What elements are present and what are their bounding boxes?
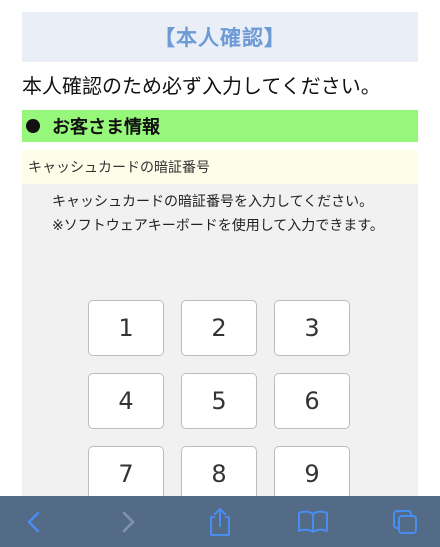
- key-4[interactable]: 4: [88, 373, 164, 429]
- browser-toolbar: [0, 496, 440, 547]
- help-line-1: キャッシュカードの暗証番号を入力してください。: [52, 194, 374, 210]
- key-9[interactable]: 9: [274, 446, 350, 502]
- bullet-icon: [26, 119, 40, 133]
- key-6[interactable]: 6: [274, 373, 350, 429]
- help-text: キャッシュカードの暗証番号を入力してください。 ※ソフトウェアキーボードを使用し…: [52, 190, 397, 238]
- forward-button[interactable]: [110, 504, 146, 540]
- page-title: 【本人確認】: [154, 26, 286, 50]
- key-1[interactable]: 1: [88, 300, 164, 356]
- back-button[interactable]: [16, 504, 52, 540]
- back-icon: [27, 511, 40, 533]
- instruction-text: 本人確認のため必ず入力してください。: [22, 74, 381, 98]
- tabs-button[interactable]: [387, 504, 423, 540]
- share-button[interactable]: [202, 504, 238, 540]
- section-title: お客さま情報: [52, 117, 160, 138]
- page-header: 【本人確認】: [22, 12, 418, 62]
- key-8[interactable]: 8: [181, 446, 257, 502]
- key-7[interactable]: 7: [88, 446, 164, 502]
- share-icon: [210, 508, 230, 536]
- bookmarks-button[interactable]: [295, 504, 331, 540]
- forward-icon: [122, 511, 135, 533]
- key-5[interactable]: 5: [181, 373, 257, 429]
- bookmarks-icon: [298, 510, 328, 533]
- key-2[interactable]: 2: [181, 300, 257, 356]
- field-label: キャッシュカードの暗証番号: [22, 150, 418, 184]
- section-header: お客さま情報: [22, 110, 418, 142]
- key-3[interactable]: 3: [274, 300, 350, 356]
- help-line-2: ※ソフトウェアキーボードを使用して入力できます。: [52, 218, 384, 234]
- tabs-icon: [393, 510, 417, 534]
